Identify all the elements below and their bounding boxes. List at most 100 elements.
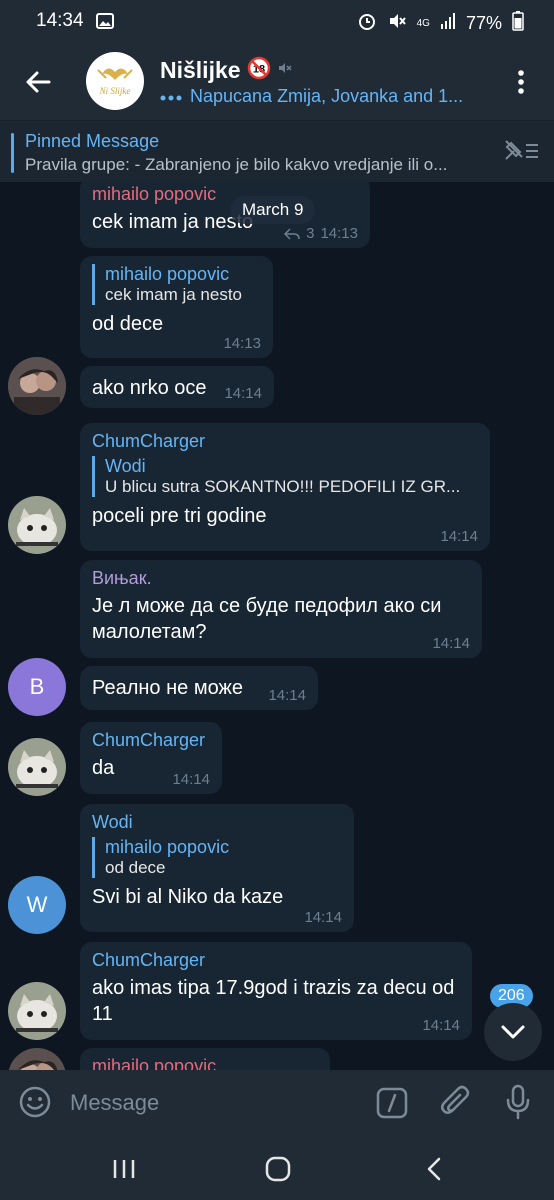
avatar[interactable]: B (8, 658, 66, 716)
chevron-down-icon (501, 1025, 525, 1039)
alarm-icon (357, 11, 377, 36)
message-sender[interactable]: mihailo popovic (92, 184, 358, 205)
reply-icon (284, 227, 300, 240)
mute-icon (387, 11, 407, 36)
pinned-indicator (11, 133, 14, 173)
message-bubble[interactable]: mihailo popovic cek imam ja nesto od dec… (80, 256, 273, 358)
home-icon (265, 1156, 291, 1182)
avatar[interactable] (8, 738, 66, 796)
message-bubble[interactable]: mihailo popovic (80, 1048, 330, 1070)
message-meta: 3 14:13 (284, 225, 358, 242)
scroll-down-button[interactable] (484, 1003, 542, 1061)
more-vert-icon (518, 70, 524, 94)
avatar[interactable] (8, 496, 66, 554)
signal-icon (440, 12, 456, 35)
quote-text: U blicu sutra SOKANTNO!!! PEDOFILI IZ GR… (105, 477, 461, 496)
home-button[interactable] (258, 1154, 298, 1184)
message-text: poceli pre tri godine (92, 505, 267, 527)
message-time: 14:14 (172, 771, 210, 788)
avatar[interactable] (8, 982, 66, 1040)
voice-record-button[interactable] (504, 1084, 532, 1125)
unpin-button[interactable] (502, 137, 540, 168)
reply-quote[interactable]: mihailo popovic od dece (92, 837, 342, 878)
message-time: 14:13 (320, 225, 358, 242)
avatar[interactable]: W (8, 876, 66, 934)
message-bubble[interactable]: Wodi mihailo popovic od dece Svi bi al N… (80, 804, 354, 932)
slash-command-icon (376, 1087, 408, 1119)
battery-icon (512, 11, 524, 36)
message-time: 14:14 (268, 687, 306, 704)
message-sender[interactable]: Вињак. (92, 568, 470, 589)
message-composer (0, 1070, 554, 1136)
message-text: Је л може да се буде педофил ако си мало… (92, 595, 442, 643)
message-text: od dece (92, 313, 164, 335)
chat-header: Ni Slijke Nišlijke 18 Napucana Zmija, Jo… (0, 44, 554, 120)
back-button[interactable] (18, 62, 58, 102)
message-bubble[interactable]: ako nrko oce 14:14 (80, 366, 274, 408)
message-bubble[interactable]: ChumCharger Wodi U blicu sutra SOKANTNO!… (80, 423, 490, 551)
message-sender[interactable]: ChumCharger (92, 431, 478, 452)
reply-quote[interactable]: mihailo popovic cek imam ja nesto (92, 264, 261, 305)
message-time: 14:14 (224, 385, 262, 402)
message-sender[interactable]: ChumCharger (92, 950, 460, 971)
back-arrow-icon (26, 71, 51, 93)
paperclip-icon (441, 1085, 470, 1114)
pinned-message-bar[interactable]: Pinned Message Pravila grupe: - Zabranje… (0, 120, 554, 182)
image-icon (96, 13, 114, 34)
avatar[interactable] (8, 1048, 66, 1070)
status-bar: 14:34 4G 77% (0, 0, 554, 44)
attach-button[interactable] (440, 1085, 472, 1124)
microphone-icon (506, 1084, 530, 1120)
message-bubble[interactable]: ChumCharger da 14:14 (80, 722, 222, 794)
message-time: 14:13 (223, 335, 261, 352)
bot-commands-button[interactable] (376, 1087, 408, 1124)
network-type: 4G (416, 17, 430, 29)
avatar-letter: W (26, 892, 48, 917)
status-time: 14:34 (36, 10, 84, 31)
adult-badge-icon: 18 (247, 56, 271, 85)
emoji-icon (19, 1086, 51, 1118)
message-time: 14:14 (422, 1017, 460, 1034)
message-bubble[interactable]: mihailo popovic cek imam ja nesto 3 14:1… (80, 182, 370, 248)
muted-speaker-icon (277, 60, 293, 81)
group-logo-text: Ni Slijke (99, 86, 131, 96)
message-bubble[interactable]: Реално не може 14:14 (80, 666, 318, 710)
recents-button[interactable] (104, 1154, 144, 1184)
message-text: Svi bi al Niko da kaze (92, 886, 284, 908)
group-avatar[interactable]: Ni Slijke (86, 52, 144, 110)
message-time: 14:14 (440, 528, 478, 545)
recents-icon (113, 1160, 135, 1178)
avatar[interactable] (8, 357, 66, 415)
reply-count: 3 (306, 225, 315, 242)
message-sender[interactable]: Wodi (92, 812, 342, 833)
message-time: 14:14 (432, 635, 470, 652)
message-bubble[interactable]: ChumCharger ako imas tipa 17.9god i traz… (80, 942, 472, 1040)
unpin-icon (505, 140, 538, 160)
message-sender[interactable]: mihailo popovic (92, 1056, 318, 1070)
quote-sender: mihailo popovic (105, 264, 230, 284)
message-input[interactable] (70, 1088, 350, 1118)
back-nav-button[interactable] (414, 1154, 454, 1184)
message-sender[interactable]: ChumCharger (92, 730, 210, 751)
chat-title[interactable]: Nišlijke (160, 57, 241, 84)
more-button[interactable] (506, 64, 536, 100)
quote-text: cek imam ja nesto (105, 285, 242, 304)
quote-text: od dece (105, 858, 166, 877)
emoji-button[interactable] (18, 1085, 52, 1124)
quote-sender: mihailo popovic (105, 837, 230, 857)
back-nav-icon (427, 1157, 441, 1181)
battery-percent: 77% (465, 13, 502, 33)
avatar-letter: B (29, 674, 45, 699)
message-list[interactable]: mihailo popovic cek imam ja nesto 3 14:1… (0, 182, 554, 1070)
date-divider: March 9 (230, 196, 316, 224)
reply-quote[interactable]: Wodi U blicu sutra SOKANTNO!!! PEDOFILI … (92, 456, 478, 497)
system-nav-bar (0, 1136, 554, 1200)
quote-sender: Wodi (105, 456, 146, 476)
message-text: ako imas tipa 17.9god i trazis za decu o… (92, 977, 455, 1025)
pinned-text: Pravila grupe: - Zabranjeno je bilo kakv… (25, 155, 448, 174)
chat-subtitle: Napucana Zmija, Jovanka and 1... (190, 86, 464, 106)
pinned-label: Pinned Message (25, 131, 160, 151)
message-time: 14:14 (304, 909, 342, 926)
typing-dots-icon (160, 86, 182, 107)
message-bubble[interactable]: Вињак. Је л може да се буде педофил ако … (80, 560, 482, 658)
